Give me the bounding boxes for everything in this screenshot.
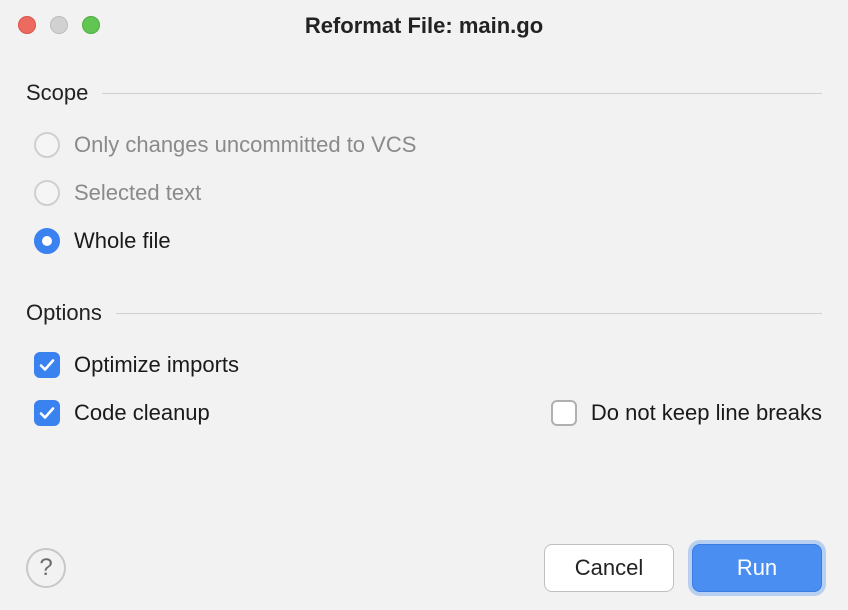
radio-icon[interactable] <box>34 228 60 254</box>
divider <box>116 313 822 314</box>
window-title: Reformat File: main.go <box>305 13 543 39</box>
scope-section-header: Scope <box>26 80 822 106</box>
help-icon: ? <box>39 554 52 582</box>
help-button[interactable]: ? <box>26 548 66 588</box>
run-button[interactable]: Run <box>692 544 822 592</box>
close-window-icon[interactable] <box>18 16 36 34</box>
scope-option-whole-file-label: Whole file <box>74 228 171 254</box>
scope-option-selected-text: Selected text <box>34 180 822 206</box>
radio-icon <box>34 132 60 158</box>
radio-icon <box>34 180 60 206</box>
checkbox-icon[interactable] <box>34 400 60 426</box>
cancel-button-label: Cancel <box>575 555 643 581</box>
options-label: Options <box>26 300 102 326</box>
option-code-cleanup[interactable]: Code cleanup <box>34 400 210 426</box>
run-button-label: Run <box>737 555 777 581</box>
titlebar: Reformat File: main.go <box>0 0 848 48</box>
divider <box>102 93 822 94</box>
scope-option-selected-text-label: Selected text <box>74 180 201 206</box>
scope-label: Scope <box>26 80 88 106</box>
scope-radio-group: Only changes uncommitted to VCS Selected… <box>26 132 822 254</box>
option-no-line-breaks-label: Do not keep line breaks <box>591 400 822 426</box>
option-optimize-imports-label: Optimize imports <box>74 352 239 378</box>
option-optimize-imports[interactable]: Optimize imports <box>34 352 822 378</box>
options-group: Optimize imports Code cleanup Do not kee… <box>26 352 822 426</box>
scope-option-vcs: Only changes uncommitted to VCS <box>34 132 822 158</box>
window-controls <box>18 16 100 34</box>
dialog-content: Scope Only changes uncommitted to VCS Se… <box>0 48 848 426</box>
scope-option-whole-file[interactable]: Whole file <box>34 228 822 254</box>
option-no-line-breaks[interactable]: Do not keep line breaks <box>551 400 822 426</box>
minimize-window-icon <box>50 16 68 34</box>
dialog-footer: ? Cancel Run <box>0 544 848 592</box>
checkbox-icon[interactable] <box>551 400 577 426</box>
cancel-button[interactable]: Cancel <box>544 544 674 592</box>
option-code-cleanup-label: Code cleanup <box>74 400 210 426</box>
scope-option-vcs-label: Only changes uncommitted to VCS <box>74 132 416 158</box>
checkbox-icon[interactable] <box>34 352 60 378</box>
options-section-header: Options <box>26 300 822 326</box>
zoom-window-icon[interactable] <box>82 16 100 34</box>
